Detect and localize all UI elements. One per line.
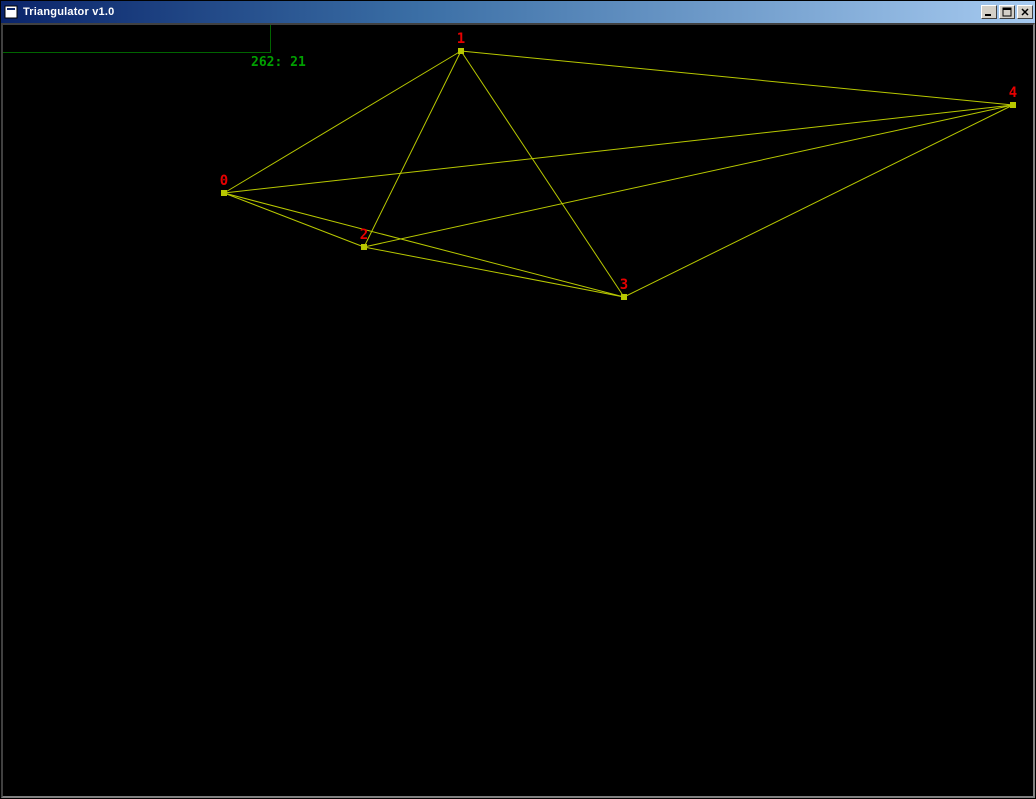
titlebar[interactable]: Triangulator v1.0 [1, 1, 1035, 23]
vertex-point[interactable] [1010, 102, 1016, 108]
vertex-label: 2 [360, 227, 368, 243]
edge [224, 193, 624, 297]
edge [224, 193, 364, 247]
status-box [3, 25, 271, 53]
vertex-label: 4 [1009, 85, 1017, 101]
vertex-label: 3 [620, 277, 628, 293]
edge [624, 105, 1013, 297]
vertex-point[interactable] [221, 190, 227, 196]
edge [461, 51, 1013, 105]
window-title: Triangulator v1.0 [23, 6, 981, 18]
minimize-button[interactable] [981, 5, 997, 19]
edge [364, 247, 624, 297]
edge [224, 105, 1013, 193]
vertex-point[interactable] [621, 294, 627, 300]
edges-layer [3, 25, 1033, 796]
vertex-point[interactable] [458, 48, 464, 54]
close-button[interactable] [1017, 5, 1033, 19]
triangulation-canvas[interactable]: 0 1 2 3 4 262: 21 [3, 25, 1033, 796]
window-buttons [981, 5, 1033, 19]
vertex-label: 0 [220, 173, 228, 189]
vertex-label: 1 [457, 31, 465, 47]
edge [364, 105, 1013, 247]
vertex-point[interactable] [361, 244, 367, 250]
app-window: Triangulator v1.0 0 1 2 3 4 262: 21 [0, 0, 1036, 799]
edge [461, 51, 624, 297]
canvas-area[interactable]: 0 1 2 3 4 262: 21 [1, 23, 1035, 798]
app-icon [3, 4, 19, 20]
maximize-button[interactable] [999, 5, 1015, 19]
cursor-coords: 262: 21 [251, 55, 306, 70]
